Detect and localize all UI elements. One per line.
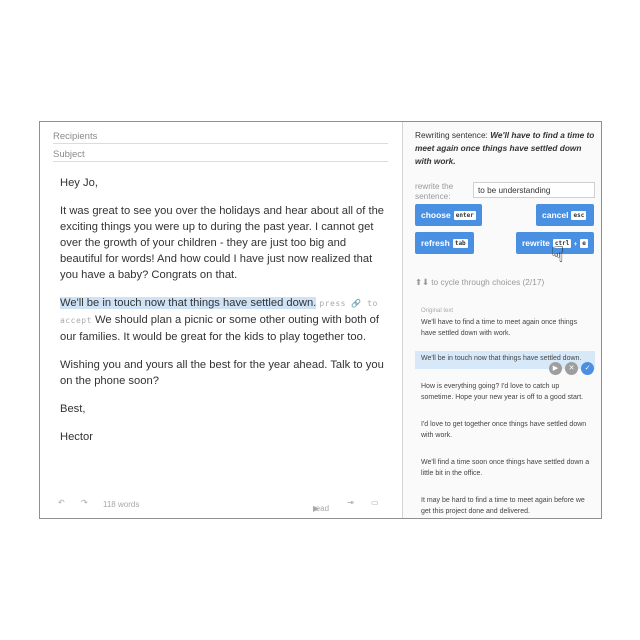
- link-icon: 🔗: [351, 299, 362, 308]
- signature: Hector: [60, 431, 93, 443]
- hand-cursor-icon: ☟: [551, 242, 565, 267]
- choice-original[interactable]: We'll have to find a time to meet again …: [421, 317, 593, 339]
- paragraph-3: Wishing you and yours all the best for t…: [60, 359, 384, 387]
- rewrite-panel: Rewriting sentence: We'll have to find a…: [403, 122, 601, 518]
- app-window: Recipients Subject Hey Jo, It was great …: [39, 121, 602, 519]
- greeting: Hey Jo,: [60, 177, 98, 189]
- close-icon[interactable]: ✕: [565, 362, 578, 375]
- enter-key: enter: [453, 211, 476, 220]
- check-icon[interactable]: ✓: [581, 362, 594, 375]
- recipients-field[interactable]: Recipients: [53, 126, 388, 144]
- redo-icon[interactable]: ↷: [81, 498, 88, 507]
- rewrite-label: rewrite the sentence:: [415, 182, 454, 201]
- tab-key: tab: [452, 239, 468, 248]
- email-body[interactable]: Hey Jo, It was great to see you over the…: [60, 175, 388, 457]
- cycle-hint: ⬆⬇ to cycle through choices (2/17): [415, 277, 545, 287]
- arrow-up-down-icon: ⬆⬇: [415, 277, 429, 287]
- esc-key: esc: [571, 211, 587, 220]
- paragraph-2-rest: We should plan a picnic or some other ou…: [60, 314, 380, 343]
- paragraph-2: We'll be in touch now that things have s…: [60, 295, 388, 345]
- e-key: e: [580, 239, 588, 248]
- choice-item[interactable]: We'll find a time soon once things have …: [421, 457, 593, 479]
- insert-icon[interactable]: ⇥: [347, 498, 354, 507]
- choice-item[interactable]: It may be hard to find a time to meet ag…: [421, 495, 593, 517]
- undo-icon[interactable]: ↶: [58, 498, 65, 507]
- choose-button[interactable]: choose enter: [415, 204, 482, 226]
- word-count: 118 words: [103, 500, 140, 509]
- choice-item[interactable]: How is everything going? I'd love to cat…: [421, 381, 593, 403]
- choice-item[interactable]: I'd love to get together once things hav…: [421, 419, 593, 441]
- original-text-label: Original text: [421, 308, 454, 314]
- play-icon[interactable]: ▶: [549, 362, 562, 375]
- closing: Best,: [60, 403, 86, 415]
- trash-icon[interactable]: ▭: [371, 498, 379, 507]
- paragraph-1: It was great to see you over the holiday…: [60, 205, 385, 281]
- cancel-button[interactable]: cancel esc: [536, 204, 594, 226]
- rewrite-title: Rewriting sentence: We'll have to find a…: [415, 130, 595, 166]
- highlighted-sentence[interactable]: We'll be in touch now that things have s…: [60, 297, 317, 309]
- rewrite-input[interactable]: to be understanding: [473, 182, 595, 198]
- subject-field[interactable]: Subject: [53, 144, 388, 162]
- refresh-button[interactable]: refresh tab: [415, 232, 474, 254]
- email-editor: Recipients Subject Hey Jo, It was great …: [40, 122, 402, 518]
- editor-footer: ↶ ↷ 118 words ▶ read ⇥ ▭: [58, 498, 379, 513]
